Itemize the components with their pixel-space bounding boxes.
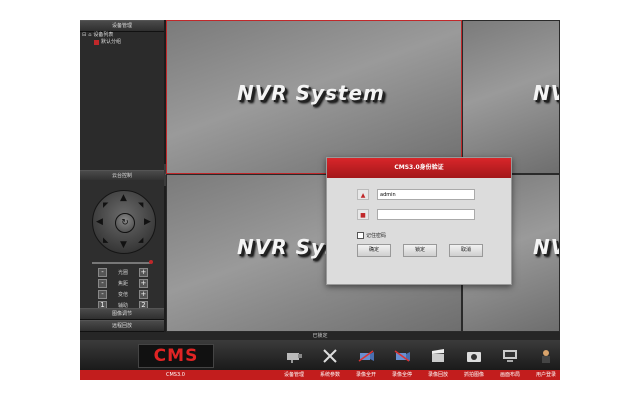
left-arrow-icon[interactable]: ◀ — [96, 218, 103, 227]
left-panel: 设备管理 ⊟ ⌂ 设备列表 默认分组 云台控制 ▲ ▼ ◀ ▶ ◤ ◥ ◣ ◢ — [80, 20, 164, 332]
user-icon — [542, 350, 550, 363]
device-tree: ⊟ ⌂ 设备列表 默认分组 — [82, 32, 121, 46]
record-all-on-button[interactable] — [348, 346, 384, 366]
tool-label: 抓拍图像 — [463, 372, 484, 378]
dialog-buttons: 确定 锁定 取消 — [357, 244, 483, 257]
down-right-arrow-icon[interactable]: ◢ — [138, 236, 143, 245]
camera-icon — [287, 353, 302, 363]
password-input[interactable] — [377, 209, 475, 220]
tools-icon — [323, 349, 337, 363]
monitor-icon — [503, 350, 517, 362]
cancel-button[interactable]: 取消 — [449, 244, 483, 257]
user-login-button[interactable] — [528, 346, 560, 366]
iris-label: 光圈 — [117, 270, 128, 276]
down-arrow-icon[interactable]: ▼ — [120, 241, 127, 250]
tree-root[interactable]: ⊟ ⌂ 设备列表 — [82, 32, 121, 39]
bottom-toolbar: CMS — [80, 340, 560, 370]
video-tile-2[interactable]: NVR System — [462, 20, 560, 174]
zoom-label: 变倍 — [117, 292, 128, 298]
snapshot-button[interactable] — [456, 346, 492, 366]
tree-root-label: 设备列表 — [93, 32, 114, 38]
tool-label: 画面布局 — [499, 372, 520, 378]
confirm-button[interactable]: 确定 — [357, 244, 391, 257]
image-adjust-header[interactable]: 图像调节 — [80, 308, 164, 320]
tool-label: 用户登录 — [535, 372, 556, 378]
system-params-button[interactable] — [312, 346, 348, 366]
tool-label: 系统参数 — [319, 372, 340, 378]
zoom-control: - 变倍 + — [98, 290, 148, 299]
password-row: ■ — [357, 209, 481, 220]
group-icon — [94, 40, 99, 45]
zoom-minus-button[interactable]: - — [98, 290, 107, 299]
remote-playback-header[interactable]: 远程回放 — [80, 320, 164, 332]
video-tile-1[interactable]: NVR System — [166, 20, 462, 174]
tool-label: 录像全停 — [391, 372, 412, 378]
layout-button[interactable] — [492, 346, 528, 366]
tree-child-label: 默认分组 — [101, 39, 122, 45]
remember-password[interactable]: 记住密码 — [357, 232, 386, 239]
focus-control: - 焦距 + — [98, 279, 148, 288]
dialog-title: CMS3.0身份验证 — [327, 158, 511, 178]
cms-logo: CMS — [138, 344, 214, 368]
iris-plus-button[interactable]: + — [138, 268, 148, 277]
iris-control: - 光圈 + — [98, 268, 148, 277]
video-brand-text: NVR System — [533, 81, 559, 105]
status-bar: 已锁定 — [80, 332, 560, 340]
login-dialog: CMS3.0身份验证 ▲ ■ 记住密码 确定 锁定 取消 — [326, 157, 512, 285]
ptz-direction-pad[interactable]: ▲ ▼ ◀ ▶ ◤ ◥ ◣ ◢ ↻ — [92, 190, 156, 254]
tool-label: 设备管理 — [283, 372, 304, 378]
logo-text: CMS — [153, 346, 199, 366]
username-row: ▲ — [357, 189, 481, 200]
record-off-icon — [394, 350, 410, 362]
lock-icon: ■ — [357, 209, 369, 220]
snapshot-icon — [467, 352, 481, 362]
ptz-panel: ▲ ▼ ◀ ▶ ◤ ◥ ◣ ◢ ↻ - 光圈 + - 焦距 + - 变倍 + 1… — [80, 180, 164, 310]
tool-label: 录像回放 — [427, 372, 448, 378]
up-right-arrow-icon[interactable]: ◥ — [138, 201, 143, 210]
tool-label: 录像全开 — [355, 372, 376, 378]
remember-checkbox[interactable] — [357, 232, 364, 239]
version-label: CMS3.0 — [166, 372, 185, 378]
focus-label: 焦距 — [117, 281, 128, 287]
record-all-off-button[interactable] — [384, 346, 420, 366]
up-left-arrow-icon[interactable]: ◤ — [103, 201, 108, 210]
focus-minus-button[interactable]: - — [98, 279, 107, 288]
focus-plus-button[interactable]: + — [138, 279, 148, 288]
video-brand-text: NVR System — [533, 235, 559, 259]
down-left-arrow-icon[interactable]: ◣ — [103, 236, 108, 245]
username-input[interactable] — [377, 189, 475, 200]
tree-child[interactable]: 默认分组 — [82, 39, 121, 46]
remember-label: 记住密码 — [366, 233, 387, 239]
user-warning-icon: ▲ — [357, 189, 369, 200]
device-management-button[interactable] — [276, 346, 312, 366]
cms-window: 设备管理 ⊟ ⌂ 设备列表 默认分组 云台控制 ▲ ▼ ◀ ▶ ◤ ◥ ◣ ◢ — [80, 20, 560, 380]
slider-handle[interactable] — [149, 260, 153, 264]
expand-icon[interactable]: ⊟ — [82, 32, 86, 39]
toolbar-icons — [276, 346, 560, 366]
auto-rotate-icon[interactable]: ↻ — [115, 213, 135, 233]
home-icon: ⌂ — [88, 32, 92, 38]
up-arrow-icon[interactable]: ▲ — [120, 194, 127, 203]
zoom-plus-button[interactable]: + — [138, 290, 148, 299]
ptz-speed-slider[interactable] — [92, 262, 150, 264]
record-on-icon — [358, 350, 374, 362]
device-management-header[interactable]: 设备管理 — [80, 20, 164, 32]
iris-minus-button[interactable]: - — [98, 268, 107, 277]
right-arrow-icon[interactable]: ▶ — [144, 218, 151, 227]
lock-button[interactable]: 锁定 — [403, 244, 437, 257]
video-brand-text: NVR System — [237, 81, 385, 105]
playback-button[interactable] — [420, 346, 456, 366]
toolbar-labels: CMS3.0 设备管理 系统参数 录像全开 录像全停 录像回放 抓拍图像 画面布… — [80, 370, 560, 380]
clapper-icon — [432, 349, 444, 362]
